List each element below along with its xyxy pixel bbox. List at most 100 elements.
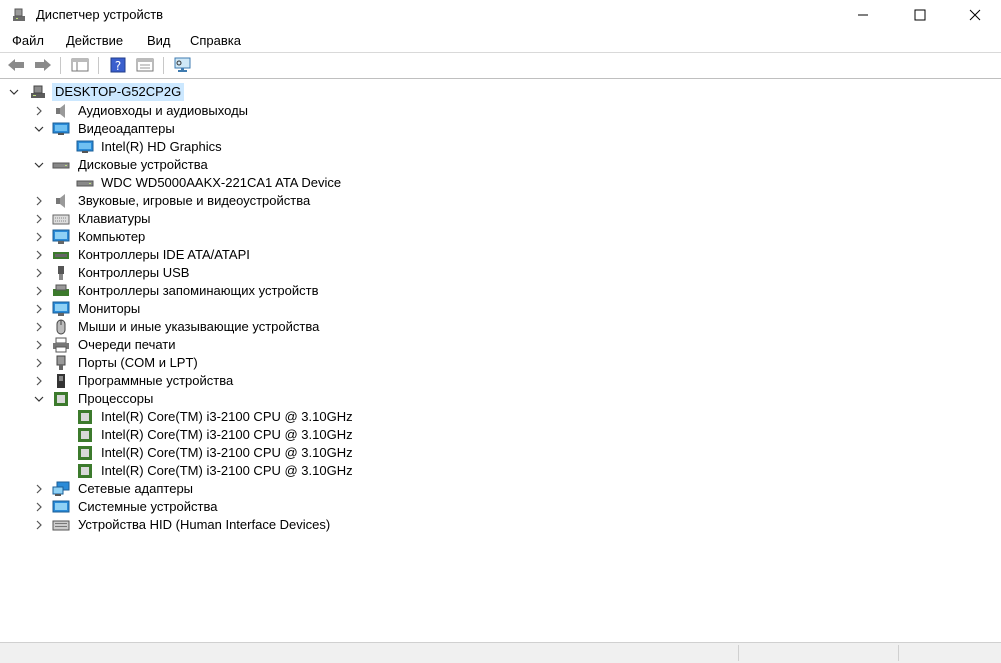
device-label: Intel(R) Core(TM) i3-2100 CPU @ 3.10GHz [101, 445, 353, 460]
tree-category-ide[interactable]: Контроллеры IDE ATA/ATAPI [0, 246, 400, 264]
expand-chevron-icon[interactable] [33, 213, 45, 225]
scan-hardware-icon [174, 57, 191, 72]
disk-drive-icon [52, 157, 70, 173]
expand-chevron-icon[interactable] [33, 321, 45, 333]
tree-category-keyboards[interactable]: Клавиатуры [0, 210, 400, 228]
category-label: Видеоадаптеры [78, 121, 175, 136]
minimize-button[interactable] [840, 0, 886, 30]
expand-chevron-icon[interactable] [33, 195, 45, 207]
category-label: Устройства HID (Human Interface Devices) [78, 517, 331, 532]
software-device-icon [52, 373, 70, 389]
show-hide-tree-icon [71, 58, 89, 72]
tree-category-system-devices[interactable]: Системные устройства [0, 498, 400, 516]
collapse-chevron-icon[interactable] [33, 159, 45, 171]
category-label: Компьютер [78, 229, 146, 244]
device-label: Intel(R) Core(TM) i3-2100 CPU @ 3.10GHz [101, 427, 353, 442]
scan-hardware-button[interactable] [173, 56, 193, 74]
expand-chevron-icon[interactable] [33, 231, 45, 243]
category-label: Мониторы [78, 301, 141, 316]
expand-chevron-icon[interactable] [33, 267, 45, 279]
maximize-button[interactable] [897, 0, 943, 30]
expand-chevron-icon[interactable] [33, 519, 45, 531]
expand-chevron-icon[interactable] [33, 501, 45, 513]
expand-chevron-icon[interactable] [33, 249, 45, 261]
device-label: Intel(R) Core(TM) i3-2100 CPU @ 3.10GHz [101, 409, 353, 424]
usb-icon [52, 265, 70, 281]
tree-device[interactable]: Intel(R) HD Graphics [0, 138, 400, 156]
tree-category-usb[interactable]: Контроллеры USB [0, 264, 400, 282]
properties-button[interactable] [135, 56, 155, 74]
ide-controller-icon [52, 247, 70, 263]
expand-chevron-icon[interactable] [33, 357, 45, 369]
show-hide-tree-button[interactable] [70, 56, 90, 74]
device-label: Intel(R) Core(TM) i3-2100 CPU @ 3.10GHz [101, 463, 353, 478]
processor-icon [76, 427, 94, 443]
menu-help[interactable]: Справка [190, 33, 241, 48]
expand-chevron-icon[interactable] [33, 285, 45, 297]
processor-icon [76, 409, 94, 425]
device-manager-app-icon[interactable] [11, 7, 27, 23]
category-label: Клавиатуры [78, 211, 151, 226]
storage-controller-icon [52, 283, 70, 299]
expand-chevron-icon[interactable] [33, 483, 45, 495]
collapse-chevron-icon[interactable] [33, 393, 45, 405]
back-button[interactable] [6, 56, 26, 74]
collapse-chevron-icon[interactable] [8, 86, 20, 98]
processor-icon [76, 445, 94, 461]
tree-category-mice[interactable]: Мыши и иные указывающие устройства [0, 318, 400, 336]
tree-category-storage-controllers[interactable]: Контроллеры запоминающих устройств [0, 282, 400, 300]
help-button[interactable]: ? [108, 56, 128, 74]
keyboard-icon [52, 211, 70, 227]
close-icon [969, 9, 981, 21]
tree-device[interactable]: WDC WD5000AAKX-221CA1 ATA Device [0, 174, 400, 192]
network-adapter-icon [52, 481, 70, 497]
tree-category-ports[interactable]: Порты (COM и LPT) [0, 354, 400, 372]
category-label: Процессоры [78, 391, 154, 406]
computer-icon [52, 229, 70, 245]
display-adapter-icon [76, 139, 94, 155]
tree-device[interactable]: Intel(R) Core(TM) i3-2100 CPU @ 3.10GHz [0, 462, 400, 480]
category-label: Системные устройства [78, 499, 218, 514]
tree-category-processors[interactable]: Процессоры [0, 390, 400, 408]
tree-category-monitors[interactable]: Мониторы [0, 300, 400, 318]
category-label: Программные устройства [78, 373, 234, 388]
system-device-icon [52, 499, 70, 515]
tree-category-computer[interactable]: Компьютер [0, 228, 400, 246]
expand-chevron-icon[interactable] [33, 303, 45, 315]
device-tree: DESKTOP-G52CP2G Аудиовходы и аудиовыходы… [0, 80, 1001, 642]
tree-root[interactable]: DESKTOP-G52CP2G [0, 83, 400, 101]
category-label: Сетевые адаптеры [78, 481, 194, 496]
tree-category-hid[interactable]: Устройства HID (Human Interface Devices) [0, 516, 400, 534]
menu-view[interactable]: Вид [147, 33, 171, 48]
forward-button[interactable] [33, 56, 53, 74]
tree-category-software-devices[interactable]: Программные устройства [0, 372, 400, 390]
category-label: Порты (COM и LPT) [78, 355, 198, 370]
menu-action[interactable]: Действие [66, 33, 123, 48]
collapse-chevron-icon[interactable] [33, 123, 45, 135]
expand-chevron-icon[interactable] [33, 105, 45, 117]
tree-category-print-queues[interactable]: Очереди печати [0, 336, 400, 354]
tree-category-audio[interactable]: Аудиовходы и аудиовыходы [0, 102, 400, 120]
forward-icon [35, 59, 51, 71]
toolbar-separator [98, 57, 99, 74]
speaker-icon [52, 103, 70, 119]
tree-category-disk-drives[interactable]: Дисковые устройства [0, 156, 400, 174]
tree-category-display-adapters[interactable]: Видеоадаптеры [0, 120, 400, 138]
display-adapter-icon [52, 121, 70, 137]
device-label: WDC WD5000AAKX-221CA1 ATA Device [101, 175, 342, 190]
processor-icon [76, 463, 94, 479]
menu-file[interactable]: Файл [12, 33, 44, 48]
status-bar [0, 642, 1001, 663]
svg-text:?: ? [115, 59, 121, 73]
port-icon [52, 355, 70, 371]
expand-chevron-icon[interactable] [33, 339, 45, 351]
tree-device[interactable]: Intel(R) Core(TM) i3-2100 CPU @ 3.10GHz [0, 444, 400, 462]
tree-category-sound[interactable]: Звуковые, игровые и видеоустройства [0, 192, 400, 210]
close-button[interactable] [952, 0, 998, 30]
window-title: Диспетчер устройств [36, 7, 164, 22]
tree-category-network-adapters[interactable]: Сетевые адаптеры [0, 480, 400, 498]
expand-chevron-icon[interactable] [33, 375, 45, 387]
tree-device[interactable]: Intel(R) Core(TM) i3-2100 CPU @ 3.10GHz [0, 408, 400, 426]
device-label: Intel(R) HD Graphics [101, 139, 222, 154]
tree-device[interactable]: Intel(R) Core(TM) i3-2100 CPU @ 3.10GHz [0, 426, 400, 444]
